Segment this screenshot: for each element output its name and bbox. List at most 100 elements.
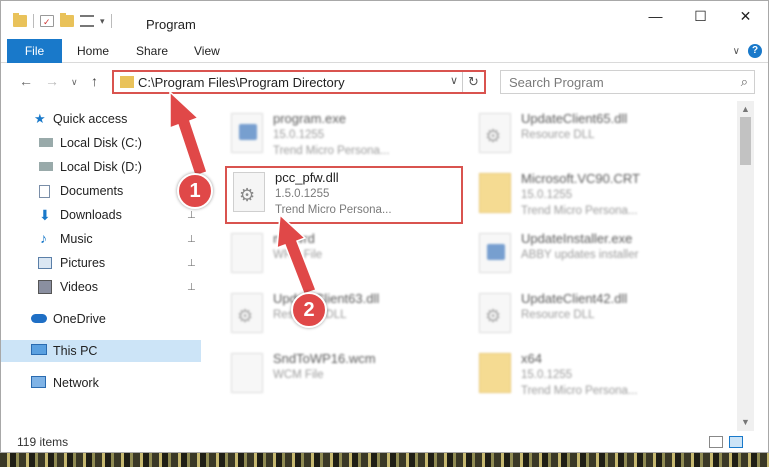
dll-icon: [233, 172, 265, 212]
pc-icon: [31, 344, 47, 355]
sidebar-item-music[interactable]: ♪ Music ⊥: [1, 228, 201, 250]
star-icon: ★: [34, 111, 46, 126]
large-icons-view-icon[interactable]: [729, 436, 743, 448]
properties-icon[interactable]: ✓: [40, 15, 54, 27]
tab-file[interactable]: File: [7, 39, 62, 63]
sidebar-item-onedrive[interactable]: OneDrive: [1, 308, 201, 330]
tab-home[interactable]: Home: [77, 39, 109, 63]
pin-icon[interactable]: ⊥: [187, 234, 196, 245]
expand-ribbon-icon[interactable]: ∨: [733, 46, 740, 57]
tab-share[interactable]: Share: [136, 39, 168, 63]
chevron-down-icon[interactable]: ▾: [100, 16, 105, 27]
file-icon: [231, 353, 263, 393]
file-detail: 15.0.1255: [521, 369, 573, 381]
file-item[interactable]: x64 15.0.1255 Trend Micro Persona...: [469, 347, 714, 405]
file-item[interactable]: SndToWP16.wcm WCM File: [221, 347, 466, 405]
sidebar-item-downloads[interactable]: ⬇ Downloads ⊥: [1, 204, 201, 226]
search-icon[interactable]: ⌕: [741, 74, 748, 90]
pin-icon[interactable]: ⊥: [187, 282, 196, 293]
file-detail: WRD File: [273, 249, 323, 261]
sidebar-item-network[interactable]: Network: [1, 372, 201, 394]
pin-icon[interactable]: ⊥: [187, 138, 196, 149]
network-icon: [31, 376, 46, 388]
scroll-up-icon[interactable]: ▲: [741, 104, 750, 114]
pin-icon[interactable]: ⊥: [187, 210, 196, 221]
explorer-window: ✓ ▾ Program — ☐ ✕ File Home Share View ∨…: [0, 0, 769, 453]
file-icon: [231, 233, 263, 273]
file-item[interactable]: UpdateClient65.dll Resource DLL: [469, 107, 714, 165]
highlighted-file[interactable]: pcc_pfw.dll 1.5.0.1255 Trend Micro Perso…: [225, 166, 463, 224]
downloads-icon: ⬇: [39, 207, 51, 223]
sidebar-item-local-disk-d[interactable]: Local Disk (D:): [1, 156, 201, 178]
sidebar-item-label: Documents: [60, 184, 124, 198]
dll-icon: [479, 293, 511, 333]
file-detail: Trend Micro Persona...: [521, 385, 638, 397]
sidebar-item-quick-access[interactable]: ★ Quick access: [1, 108, 201, 130]
search-box[interactable]: Search Program ⌕: [500, 70, 755, 94]
file-name: SndToWP16.wcm: [273, 351, 376, 366]
forward-button[interactable]: →: [45, 73, 59, 89]
scrollbar-thumb[interactable]: [740, 117, 751, 165]
dll-icon: [479, 113, 511, 153]
file-name: UpdateClient42.dll: [521, 291, 628, 306]
file-item[interactable]: Microsoft.VC90.CRT 15.0.1255 Trend Micro…: [469, 167, 714, 225]
new-folder-icon[interactable]: [60, 13, 74, 27]
file-item[interactable]: mc.wrd WRD File: [221, 227, 466, 285]
minimize-button[interactable]: —: [633, 1, 678, 31]
search-input[interactable]: Search Program: [509, 75, 604, 90]
separator: [33, 14, 34, 28]
customize-toolbar-icon[interactable]: [80, 15, 94, 27]
up-button[interactable]: ↑: [91, 73, 98, 89]
file-name: Microsoft.VC90.CRT: [521, 171, 640, 186]
sidebar-item-this-pc[interactable]: This PC: [1, 340, 201, 362]
window-title: Program: [146, 17, 196, 32]
file-item[interactable]: UpdateInstaller.exe ABBY updates install…: [469, 227, 714, 285]
folder-icon: [13, 13, 27, 27]
tab-view[interactable]: View: [194, 39, 220, 63]
refresh-button[interactable]: ↻: [462, 72, 484, 92]
sidebar-item-label: Network: [53, 376, 99, 390]
sidebar-item-videos[interactable]: Videos ⊥: [1, 276, 201, 298]
status-bar: 119 items: [1, 431, 768, 453]
drive-icon: [39, 138, 53, 147]
drive-icon: [39, 162, 53, 171]
pin-icon[interactable]: ⊥: [187, 258, 196, 269]
details-view-icon[interactable]: [709, 436, 723, 448]
sidebar-item-local-disk-c[interactable]: Local Disk (C:) ⊥: [1, 132, 201, 154]
help-icon[interactable]: ?: [748, 44, 762, 58]
address-bar[interactable]: C:\Program Files\Program Directory ∨ ↻: [112, 70, 486, 94]
close-button[interactable]: ✕: [723, 1, 768, 31]
file-item-pcc-pfw[interactable]: pcc_pfw.dll 1.5.0.1255 Trend Micro Perso…: [223, 166, 468, 224]
ribbon-right-controls: ∨ ?: [733, 44, 762, 58]
recent-locations-button[interactable]: ∨: [71, 77, 78, 88]
file-detail: Resource DLL: [521, 309, 595, 321]
exe-icon: [231, 113, 263, 153]
sidebar-item-pictures[interactable]: Pictures ⊥: [1, 252, 201, 274]
file-detail: 1.5.0.1255: [275, 188, 330, 200]
sidebar-item-label: Pictures: [60, 256, 106, 270]
quick-access-toolbar: ✓ ▾: [13, 13, 112, 28]
file-item[interactable]: UpdateClient42.dll Resource DLL: [469, 287, 714, 345]
scroll-down-icon[interactable]: ▼: [741, 417, 750, 427]
file-detail: 15.0.1255: [521, 189, 573, 201]
item-count: 119 items: [17, 435, 69, 449]
maximize-button[interactable]: ☐: [678, 1, 723, 31]
folder-icon: [479, 353, 511, 393]
desktop-background: [0, 452, 769, 467]
vertical-scrollbar[interactable]: ▲ ▼: [737, 101, 754, 431]
file-item[interactable]: program.exe 15.0.1255 Trend Micro Person…: [221, 107, 466, 165]
file-detail: Resource DLL: [521, 129, 595, 141]
step-1-badge: 1: [177, 173, 213, 209]
address-path[interactable]: C:\Program Files\Program Directory: [138, 75, 345, 90]
file-name: pcc_pfw.dll: [275, 170, 339, 185]
file-detail: Trend Micro Persona...: [521, 205, 638, 217]
file-item[interactable]: UpdateClient63.dll Resource DLL: [221, 287, 466, 345]
back-button[interactable]: ←: [19, 73, 33, 89]
title-bar: ✓ ▾ Program — ☐ ✕: [1, 1, 768, 39]
file-list: program.exe 15.0.1255 Trend Micro Person…: [221, 101, 737, 426]
address-dropdown-icon[interactable]: ∨: [450, 74, 458, 87]
window-controls: — ☐ ✕: [633, 1, 768, 31]
sidebar-item-label: This PC: [53, 344, 98, 358]
onedrive-icon: [31, 314, 47, 323]
sidebar-item-documents[interactable]: Documents ⊥: [1, 180, 201, 202]
